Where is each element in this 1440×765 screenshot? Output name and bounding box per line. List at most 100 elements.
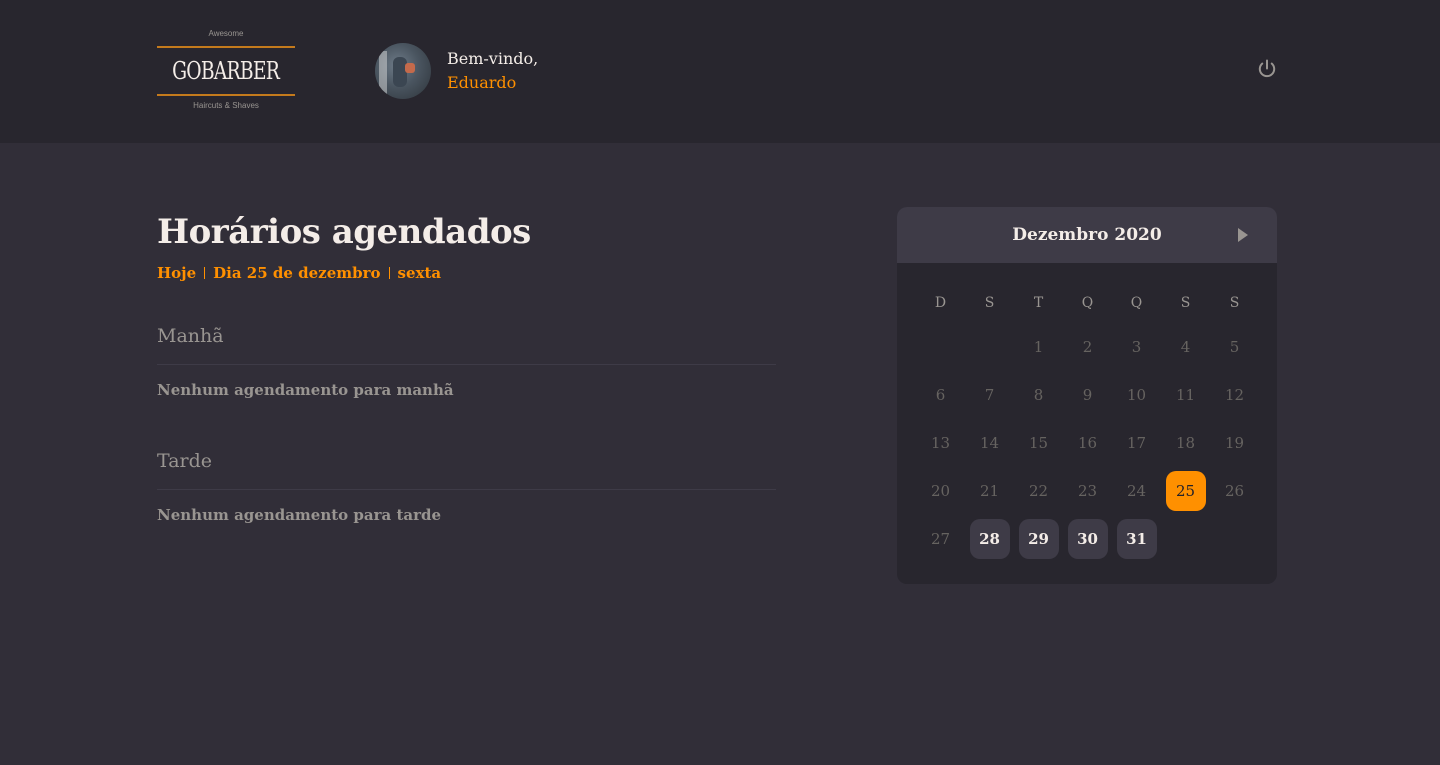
calendar-day-disabled: 6 <box>935 386 946 404</box>
calendar-cell-wrap <box>1210 519 1259 567</box>
weekday-label: Q <box>1081 295 1094 311</box>
morning-title: Manhã <box>157 322 776 365</box>
calendar-day-disabled: 13 <box>930 434 951 452</box>
calendar-day-disabled: 23 <box>1077 482 1098 500</box>
calendar-cell-wrap: 28 <box>965 519 1014 567</box>
calendar-cell-wrap: 2 <box>1063 327 1112 375</box>
calendar-day-disabled: 2 <box>1082 338 1093 356</box>
calendar-day-disabled: 19 <box>1224 434 1245 452</box>
calendar-cell-wrap: 16 <box>1063 423 1112 471</box>
calendar-day-disabled: 8 <box>1033 386 1044 404</box>
calendar-week: 13 14 15 16 17 18 19 <box>916 423 1260 471</box>
schedule-panel: Horários agendados Hoje Dia 25 de dezemb… <box>157 210 776 524</box>
calendar-cell-wrap: 17 <box>1112 423 1161 471</box>
calendar-day-disabled: 15 <box>1028 434 1049 452</box>
calendar-week: 27 28 29 30 31 <box>916 519 1260 567</box>
calendar-cell-wrap: 24 <box>1112 471 1161 519</box>
logo-top-text: Awesome <box>208 29 244 38</box>
logo-box: GOBARBER <box>157 46 295 96</box>
calendar-empty-cell <box>1166 519 1206 559</box>
weekday-label: T <box>1033 295 1044 311</box>
calendar-cell-wrap: 13 <box>916 423 965 471</box>
calendar-day-available[interactable]: 30 <box>1067 519 1108 559</box>
calendar-month-label: Dezembro 2020 <box>1012 225 1162 245</box>
calendar-day-available[interactable]: 29 <box>1018 519 1059 559</box>
calendar-day-disabled: 26 <box>1224 482 1245 500</box>
profile[interactable]: Bem-vindo, Eduardo <box>375 43 538 99</box>
logo-bottom-text: Haircuts & Shaves <box>193 101 259 110</box>
calendar-empty-cell <box>921 327 961 367</box>
avatar-detail <box>379 51 387 95</box>
calendar-day-disabled: 17 <box>1126 434 1147 452</box>
calendar-cell-wrap: 19 <box>1210 423 1259 471</box>
calendar-day-disabled: 20 <box>930 482 951 500</box>
logo-brand: GOBARBER <box>172 57 281 85</box>
weekday-label: S <box>1229 295 1240 311</box>
calendar-cell-wrap: 31 <box>1112 519 1161 567</box>
app-header: Awesome GOBARBER Haircuts & Shaves Bem-v… <box>0 0 1440 143</box>
calendar-day-disabled: 1 <box>1033 338 1044 356</box>
power-icon[interactable] <box>1256 58 1278 80</box>
calendar-day-disabled: 5 <box>1229 338 1240 356</box>
morning-empty-text: Nenhum agendamento para manhã <box>157 381 454 399</box>
calendar-week: 6 7 8 9 10 11 12 <box>916 375 1260 423</box>
calendar-cell-wrap: 27 <box>916 519 965 567</box>
calendar-cell-wrap: 3 <box>1112 327 1161 375</box>
calendar-week: 1 2 3 4 5 <box>916 327 1260 375</box>
calendar-day-disabled: 27 <box>930 530 951 548</box>
calendar-cell-wrap: 6 <box>916 375 965 423</box>
calendar-day-disabled: 3 <box>1131 338 1142 356</box>
calendar-cell-wrap: 7 <box>965 375 1014 423</box>
calendar-cell-wrap: 14 <box>965 423 1014 471</box>
calendar-day-available[interactable]: 31 <box>1116 519 1157 559</box>
calendar-day-disabled: 12 <box>1224 386 1245 404</box>
calendar-cell-wrap: 29 <box>1014 519 1063 567</box>
calendar-cell-wrap: 23 <box>1063 471 1112 519</box>
user-name-link[interactable]: Eduardo <box>447 71 538 95</box>
calendar-empty-cell <box>1215 519 1255 559</box>
calendar-day-disabled: 24 <box>1126 482 1147 500</box>
calendar-header: Dezembro 2020 <box>897 207 1277 263</box>
weekday-row: DSTQQSS <box>916 279 1260 327</box>
calendar-cell-wrap: 30 <box>1063 519 1112 567</box>
calendar-cell-wrap: 9 <box>1063 375 1112 423</box>
calendar-cell-wrap <box>1161 519 1210 567</box>
calendar-cell-wrap: 18 <box>1161 423 1210 471</box>
date-separator <box>204 267 206 279</box>
calendar-cell-wrap: 8 <box>1014 375 1063 423</box>
calendar: Dezembro 2020 D S T Q Q S S 1 2 3 4 5 6 7 8 9 10 11 12 13 14… <box>897 207 1277 584</box>
calendar-cell-wrap: 26 <box>1210 471 1259 519</box>
date-today: Hoje <box>157 264 197 282</box>
welcome-label: Bem-vindo, <box>447 49 539 68</box>
date-weekday: sexta <box>397 264 442 282</box>
profile-text: Bem-vindo, Eduardo <box>447 47 538 95</box>
calendar-empty-cell <box>970 327 1010 367</box>
calendar-day-disabled: 18 <box>1175 434 1196 452</box>
calendar-day-disabled: 4 <box>1180 338 1191 356</box>
date-info: Hoje Dia 25 de dezembro sexta <box>157 264 776 282</box>
avatar[interactable] <box>375 43 431 99</box>
calendar-cell-wrap: 22 <box>1014 471 1063 519</box>
calendar-day-disabled: 11 <box>1175 386 1196 404</box>
calendar-cell-wrap: 4 <box>1161 327 1210 375</box>
calendar-day-selected[interactable]: 25 <box>1165 471 1206 511</box>
avatar-detail <box>405 63 415 73</box>
triangle-right-icon[interactable] <box>1238 228 1248 242</box>
afternoon-section: Tarde Nenhum agendamento para tarde <box>157 447 776 524</box>
weekday-label: S <box>1180 295 1191 311</box>
weekday-label: Q <box>1130 295 1143 311</box>
calendar-cell-wrap <box>965 327 1014 375</box>
date-separator <box>388 267 390 279</box>
calendar-cell-wrap: 10 <box>1112 375 1161 423</box>
weekday-label: D <box>934 295 947 311</box>
calendar-day-available[interactable]: 28 <box>969 519 1010 559</box>
calendar-cell-wrap: 1 <box>1014 327 1063 375</box>
afternoon-title: Tarde <box>157 447 776 490</box>
calendar-day-disabled: 7 <box>984 386 995 404</box>
calendar-day-disabled: 9 <box>1082 386 1093 404</box>
date-day: Dia 25 de dezembro <box>213 264 381 282</box>
power-icon-svg <box>1258 59 1276 78</box>
calendar-cell-wrap: 12 <box>1210 375 1259 423</box>
calendar-week: 20 21 22 23 24 25 26 <box>916 471 1260 519</box>
calendar-cell-wrap: 20 <box>916 471 965 519</box>
